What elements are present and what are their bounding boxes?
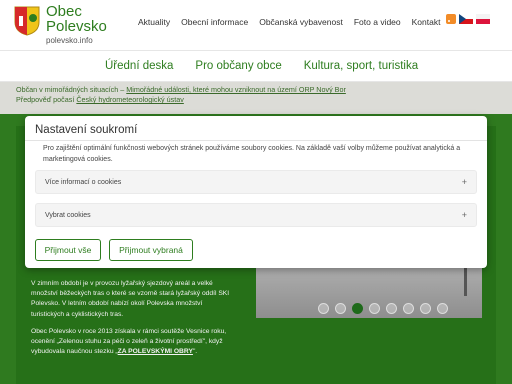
info-row2-prefix: Předpověď počasí bbox=[16, 95, 77, 104]
slider-dot[interactable] bbox=[318, 303, 329, 314]
accept-selected-button[interactable]: Přijmout vybraná bbox=[109, 239, 193, 261]
accordion-select-cookies-label: Vybrat cookies bbox=[45, 212, 91, 219]
info-strip: Občan v mimořádných situacích – Mimořádn… bbox=[0, 82, 512, 114]
coat-of-arms-icon[interactable] bbox=[14, 6, 40, 36]
accordion-more-info-label: Více informací o cookies bbox=[45, 179, 122, 186]
menu-kultura-sport-turistika[interactable]: Kultura, sport, turistika bbox=[304, 60, 418, 72]
dialog-divider bbox=[25, 140, 487, 141]
nav-aktuality[interactable]: Aktuality bbox=[138, 17, 170, 27]
award-text-end: ". bbox=[192, 348, 198, 356]
slider-dot[interactable] bbox=[437, 303, 448, 314]
emergency-link[interactable]: Mimořádné události, které mohou vzniknou… bbox=[126, 85, 346, 94]
top-navigation: Aktuality Obecní informace Občanská vyba… bbox=[138, 17, 440, 27]
main-menu: Úřední deska Pro občany obce Kultura, sp… bbox=[0, 50, 512, 82]
trail-link[interactable]: ZA POLEVSKÝMI OBRY bbox=[118, 348, 193, 355]
nav-obcanska-vybavenost[interactable]: Občanská vybavenost bbox=[259, 17, 343, 27]
slider-dot[interactable] bbox=[335, 303, 346, 314]
content-paragraph-award: Obec Polevsko v roce 2013 získala v rámc… bbox=[31, 327, 231, 358]
accordion-select-cookies[interactable]: Vybrat cookies + bbox=[35, 203, 477, 227]
plus-icon: + bbox=[461, 177, 467, 187]
brand-url: polevsko.info bbox=[46, 36, 93, 45]
menu-uredni-deska[interactable]: Úřední deska bbox=[105, 60, 173, 72]
nav-foto-a-video[interactable]: Foto a video bbox=[354, 17, 401, 27]
info-row-weather: Předpověď počasí Český hydrometeorologic… bbox=[16, 95, 496, 105]
accordion-more-info[interactable]: Více informací o cookies + bbox=[35, 170, 477, 194]
nav-obecni-informace[interactable]: Obecní informace bbox=[181, 17, 248, 27]
menu-pro-obcany-obce[interactable]: Pro občany obce bbox=[195, 60, 281, 72]
weather-link[interactable]: Český hydrometeorologický ústav bbox=[76, 95, 183, 104]
polish-flag-icon[interactable] bbox=[476, 14, 490, 24]
slider-dot[interactable] bbox=[369, 303, 380, 314]
accept-all-button[interactable]: Přijmout vše bbox=[35, 239, 101, 261]
rss-icon[interactable] bbox=[446, 14, 456, 24]
site-header: Obec Polevsko polevsko.info Aktuality Ob… bbox=[0, 0, 512, 50]
slider-dot[interactable] bbox=[386, 303, 397, 314]
plus-icon: + bbox=[461, 210, 467, 220]
czech-flag-icon[interactable] bbox=[459, 14, 473, 24]
dialog-title: Nastavení soukromí bbox=[35, 124, 138, 136]
slider-dot[interactable] bbox=[352, 303, 363, 314]
brand-line2: Polevsko bbox=[46, 18, 107, 35]
header-icons bbox=[446, 14, 490, 24]
slider-dot[interactable] bbox=[420, 303, 431, 314]
privacy-settings-dialog: Nastavení soukromí Pro zajištění optimál… bbox=[25, 116, 487, 268]
content-paragraph-winter: V zimním období je v provozu lyžařský sj… bbox=[31, 280, 230, 318]
slider-dot[interactable] bbox=[403, 303, 414, 314]
nav-kontakt[interactable]: Kontakt bbox=[412, 17, 441, 27]
dialog-description: Pro zajištění optimální funkčnosti webov… bbox=[43, 145, 461, 163]
info-row1-prefix: Občan v mimořádných situacích – bbox=[16, 85, 127, 94]
slider-dots bbox=[318, 303, 448, 314]
site-brand[interactable]: Obec Polevsko polevsko.info bbox=[46, 4, 107, 45]
info-row-emergency: Občan v mimořádných situacích – Mimořádn… bbox=[16, 85, 496, 95]
brand-line1: Obec bbox=[46, 3, 82, 20]
